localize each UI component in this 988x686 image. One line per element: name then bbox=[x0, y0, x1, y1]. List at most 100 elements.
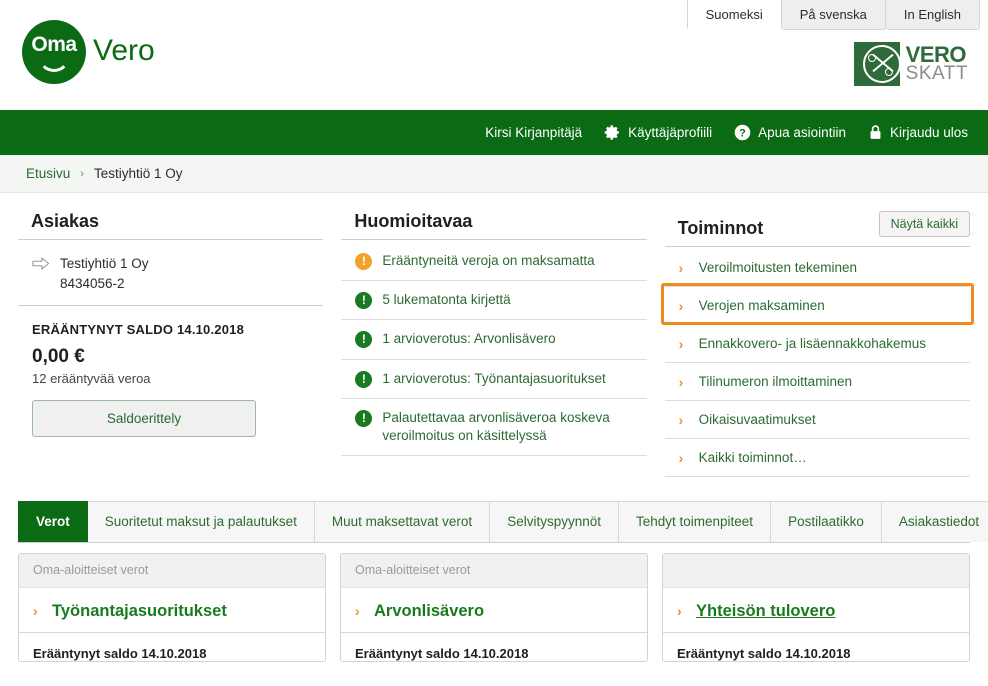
smile-icon bbox=[38, 56, 70, 72]
help-icon: ? bbox=[734, 124, 751, 141]
upcoming-taxes-count: 12 erääntyvää veroa bbox=[32, 371, 151, 387]
navbar-user-name[interactable]: Kirsi Kirjanpitäjä bbox=[485, 125, 582, 140]
language-tab-pa-svenska[interactable]: På svenska bbox=[781, 0, 886, 30]
svg-text:?: ? bbox=[739, 127, 745, 139]
dashboard-panels: Asiakas Testiyhtiö 1 Oy 8434056-2 ERÄÄNT… bbox=[0, 193, 988, 477]
action-label: Veroilmoitusten tekeminen bbox=[698, 260, 857, 275]
chevron-right-icon: › bbox=[678, 373, 684, 390]
customer-panel: Asiakas Testiyhtiö 1 Oy 8434056-2 ERÄÄNT… bbox=[18, 211, 324, 477]
tab-postilaatikko[interactable]: Postilaatikko bbox=[771, 501, 882, 542]
language-tabs: Suomeksi På svenska In English bbox=[686, 0, 980, 30]
overdue-balance-label: ERÄÄNTYNYT SALDO 14.10.2018 bbox=[32, 322, 245, 338]
customer-name: Testiyhtiö 1 Oy bbox=[60, 256, 149, 271]
list-item[interactable]: 1 arvioverotus: Työnantajasuoritukset bbox=[341, 360, 647, 399]
tab-suoritetut-maksut[interactable]: Suoritetut maksut ja palautukset bbox=[87, 501, 315, 542]
tab-verot[interactable]: Verot bbox=[18, 501, 88, 542]
action-label: Ennakkovero- ja lisäennakkohakemus bbox=[698, 336, 927, 351]
omavero-page: Oma Vero Suomeksi På svenska In English … bbox=[0, 0, 988, 686]
action-label: Oikaisuvaatimukset bbox=[698, 412, 816, 427]
breadcrumb-home[interactable]: Etusivu bbox=[26, 166, 70, 181]
chevron-right-icon: › bbox=[80, 167, 84, 180]
alert-badge-icon bbox=[355, 370, 373, 388]
list-item[interactable]: Erääntyneitä veroja on maksamatta bbox=[341, 242, 647, 282]
tax-card-balance-label: Erääntynyt saldo 14.10.2018 bbox=[33, 645, 207, 661]
tab-asiakastiedot[interactable]: Asiakastiedot bbox=[881, 501, 988, 542]
actions-list: › Veroilmoitusten tekeminen › Verojen ma… bbox=[660, 249, 974, 477]
list-item[interactable]: 1 arvioverotus: Arvonlisävero bbox=[341, 320, 647, 360]
list-item[interactable]: › Tilinumeron ilmoittaminen bbox=[664, 363, 970, 401]
notices-panel-header: Huomioitavaa bbox=[341, 211, 647, 240]
notices-panel-title: Huomioitavaa bbox=[354, 211, 473, 231]
customer-row[interactable]: Testiyhtiö 1 Oy 8434056-2 bbox=[18, 242, 324, 307]
notice-label: 1 arvioverotus: Työnantajasuoritukset bbox=[382, 370, 606, 386]
navbar-item-logout[interactable]: Kirjaudu ulos bbox=[868, 124, 968, 141]
main-navbar: Kirsi Kirjanpitäjä Käyttäjäprofiili ? Ap… bbox=[0, 110, 988, 155]
list-item[interactable]: › Veroilmoitusten tekeminen bbox=[664, 249, 970, 287]
site-header: Oma Vero Suomeksi På svenska In English … bbox=[0, 0, 988, 110]
language-tab-in-english[interactable]: In English bbox=[885, 0, 980, 30]
show-all-button[interactable]: Näytä kaikki bbox=[878, 211, 970, 237]
tax-card-title: Työnantajasuoritukset bbox=[52, 601, 227, 620]
actions-panel-title: Toiminnot bbox=[677, 218, 764, 238]
tax-card-arvonlisavero: Oma-aloitteiset verot › Arvonlisävero Er… bbox=[340, 552, 648, 662]
chevron-right-icon: › bbox=[678, 297, 684, 314]
tax-card-title: Arvonlisävero bbox=[374, 601, 485, 620]
tax-card-link[interactable]: › Yhteisön tulovero bbox=[663, 588, 969, 633]
list-item[interactable]: 5 lukematonta kirjettä bbox=[341, 281, 647, 321]
tax-card-yhteison-tulovero: › Yhteisön tulovero Erääntynyt saldo 14.… bbox=[662, 552, 970, 662]
overdue-balance-amount: 0,00 € bbox=[32, 346, 85, 368]
breadcrumb-current: Testiyhtiö 1 Oy bbox=[93, 166, 183, 181]
tax-card-title: Yhteisön tulovero bbox=[696, 601, 836, 620]
tax-card-category bbox=[663, 553, 969, 588]
saldoerittely-button[interactable]: Saldoerittely bbox=[32, 400, 256, 438]
notice-label: Erääntyneitä veroja on maksamatta bbox=[382, 253, 595, 268]
vero-skatt-logo: VERO SKATT bbox=[853, 41, 968, 86]
tab-muut-maksettavat-verot[interactable]: Muut maksettavat verot bbox=[314, 501, 491, 542]
tab-tehdyt-toimenpiteet[interactable]: Tehdyt toimenpiteet bbox=[618, 501, 772, 542]
omavero-logo-text: Oma bbox=[31, 33, 77, 56]
notices-list: Erääntyneitä veroja on maksamatta 5 luke… bbox=[341, 242, 647, 457]
navbar-user-label: Kirsi Kirjanpitäjä bbox=[485, 125, 583, 140]
action-label: Kaikki toiminnot… bbox=[698, 450, 807, 465]
notices-panel: Huomioitavaa Erääntyneitä veroja on maks… bbox=[341, 211, 647, 477]
language-tab-suomeksi[interactable]: Suomeksi bbox=[686, 0, 782, 30]
vero-label: VERO bbox=[905, 41, 967, 67]
list-item-verojen-maksaminen[interactable]: › Verojen maksaminen bbox=[664, 287, 970, 325]
notice-label: Palautettavaa arvonlisäveroa koskeva ver… bbox=[382, 409, 610, 444]
list-item[interactable]: Palautettavaa arvonlisäveroa koskeva ver… bbox=[341, 399, 647, 457]
action-label: Verojen maksaminen bbox=[698, 298, 825, 313]
customer-business-id: 8434056-2 bbox=[60, 275, 125, 291]
alert-badge-icon bbox=[355, 252, 373, 270]
customer-details: Testiyhtiö 1 Oy 8434056-2 bbox=[60, 254, 149, 293]
action-label: Tilinumeron ilmoittaminen bbox=[698, 374, 852, 389]
list-item[interactable]: › Oikaisuvaatimukset bbox=[664, 401, 970, 439]
navbar-item-profile[interactable]: Käyttäjäprofiili bbox=[604, 124, 712, 141]
skatt-label: SKATT bbox=[905, 63, 968, 85]
tab-selvityspyynnot[interactable]: Selvityspyynnöt bbox=[490, 501, 619, 542]
tax-card-category: Oma-aloitteiset verot bbox=[341, 553, 647, 588]
actions-panel-header: Toiminnot Näytä kaikki bbox=[664, 211, 970, 247]
list-item[interactable]: › Ennakkovero- ja lisäennakkohakemus bbox=[664, 325, 970, 363]
customer-panel-title: Asiakas bbox=[31, 211, 100, 231]
chevron-right-icon: › bbox=[678, 449, 684, 466]
navbar-item-help[interactable]: ? Apua asiointiin bbox=[734, 124, 846, 141]
list-item[interactable]: › Kaikki toiminnot… bbox=[664, 439, 970, 477]
lock-icon bbox=[870, 125, 881, 139]
tax-card-link[interactable]: › Arvonlisävero bbox=[341, 588, 647, 633]
chevron-right-icon: › bbox=[33, 603, 38, 619]
tax-card-category: Oma-aloitteiset verot bbox=[19, 553, 325, 588]
customer-panel-header: Asiakas bbox=[18, 211, 324, 240]
vero-emblem-icon bbox=[853, 42, 900, 86]
chevron-right-icon: › bbox=[355, 603, 360, 619]
navbar-help-label: Apua asiointiin bbox=[758, 125, 846, 140]
tax-card-link[interactable]: › Työnantajasuoritukset bbox=[19, 588, 325, 633]
alert-badge-icon bbox=[355, 330, 373, 349]
omavero-logo-circle: Oma bbox=[22, 20, 86, 84]
chevron-right-icon: › bbox=[678, 259, 684, 276]
vero-skatt-wordmark: VERO SKATT bbox=[905, 41, 968, 85]
notice-label: 5 lukematonta kirjettä bbox=[382, 292, 511, 308]
alert-badge-icon bbox=[355, 291, 373, 310]
omavero-logo[interactable]: Oma Vero bbox=[22, 20, 155, 84]
content-tabs: Verot Suoritetut maksut ja palautukset M… bbox=[18, 501, 988, 543]
alert-badge-icon bbox=[355, 409, 373, 427]
